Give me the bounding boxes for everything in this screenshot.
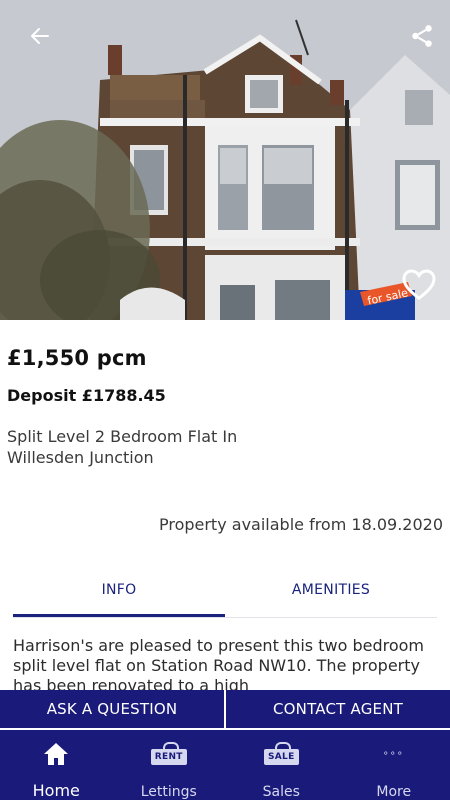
heart-outline-icon [402, 269, 436, 301]
rent-sign-icon: RENT [150, 742, 187, 765]
nav-item-home[interactable]: Home [0, 730, 113, 800]
property-description: Harrison's are pleased to present this t… [13, 636, 424, 692]
back-button[interactable] [20, 16, 60, 56]
tab-amenities[interactable]: AMENITIES [225, 576, 437, 617]
bottom-navigation: Home RENT Lettings SALE Sales °°° More [0, 730, 450, 800]
deposit: Deposit £1788.45 [7, 386, 166, 405]
arrow-left-icon [31, 28, 49, 44]
ask-question-button[interactable]: ASK A QUESTION [0, 690, 224, 728]
price: £1,550 pcm [7, 346, 147, 370]
nav-label-sales: Sales [262, 784, 300, 800]
action-bar: ASK A QUESTION CONTACT AGENT [0, 690, 450, 728]
property-photo[interactable]: for sale [0, 0, 450, 320]
nav-item-lettings[interactable]: RENT Lettings [113, 730, 226, 800]
favourite-button[interactable] [398, 263, 440, 305]
property-image: for sale [0, 0, 450, 320]
more-dots-icon: °°° [383, 750, 405, 762]
home-icon [44, 742, 69, 765]
contact-agent-button[interactable]: CONTACT AGENT [226, 690, 450, 728]
share-icon [412, 25, 432, 47]
sale-sign-icon: SALE [263, 742, 299, 765]
tab-info[interactable]: INFO [13, 576, 225, 617]
nav-item-sales[interactable]: SALE Sales [225, 730, 338, 800]
listing-title: Split Level 2 Bedroom Flat In Willesden … [7, 427, 238, 467]
nav-label-lettings: Lettings [140, 784, 197, 800]
nav-item-more[interactable]: °°° More [338, 730, 450, 800]
share-button[interactable] [402, 16, 442, 56]
info-tabs: INFO AMENITIES [13, 576, 437, 618]
nav-label-home: Home [32, 781, 80, 800]
availability-date: Property available from 18.09.2020 [158, 515, 443, 534]
nav-label-more: More [376, 784, 412, 800]
